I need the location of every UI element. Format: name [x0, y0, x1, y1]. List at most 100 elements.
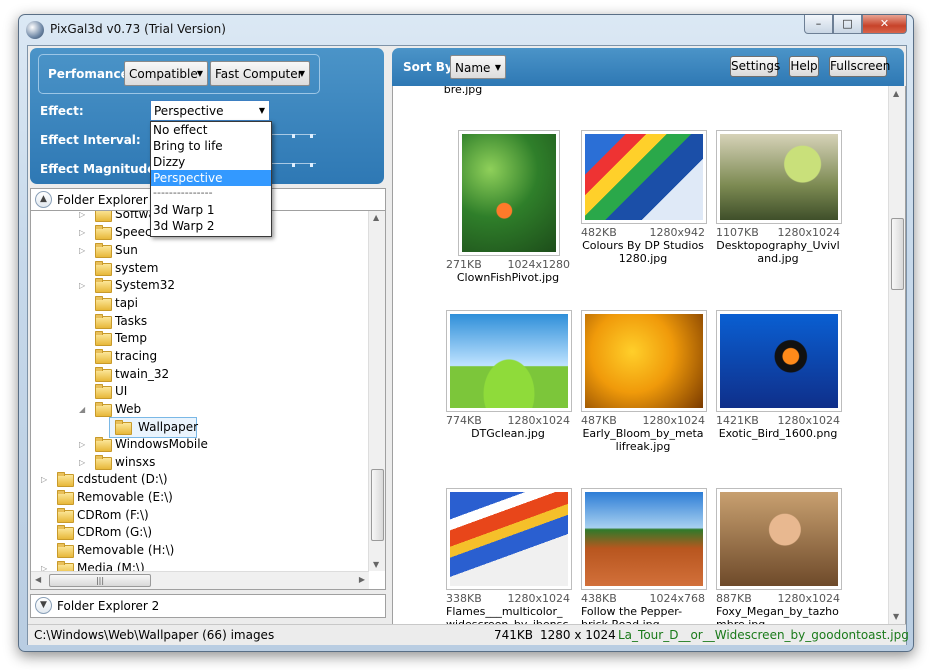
performance-value: Compatible	[129, 67, 198, 81]
scroll-down-icon[interactable]: ▼	[373, 560, 379, 569]
tree-item[interactable]: tracing	[79, 348, 349, 365]
image-dimensions: 1024x1280	[507, 258, 571, 271]
scroll-right-icon[interactable]: ▶	[359, 575, 365, 584]
image-thumbnail[interactable]	[716, 310, 842, 412]
fullscreen-button[interactable]: Fullscreen	[829, 56, 890, 77]
tree-item[interactable]: system	[79, 260, 349, 277]
scroll-left-icon[interactable]: ◀	[35, 575, 41, 584]
expand-icon[interactable]: ▼	[35, 597, 52, 614]
tree-item[interactable]: Removable (H:\)	[41, 542, 311, 559]
effect-option[interactable]: Dizzy	[151, 154, 271, 170]
gallery-scroll-thumb[interactable]	[891, 218, 904, 290]
tree-item-label: Removable (H:\)	[77, 543, 175, 557]
tree-item-label: System32	[115, 278, 176, 292]
effect-magnitude-slider[interactable]	[272, 163, 316, 170]
tree-item-label: Tasks	[115, 314, 148, 328]
tree-expander-icon[interactable]: ▷	[79, 242, 89, 259]
thumbnail-image	[720, 134, 838, 220]
effect-option[interactable]: No effect	[151, 122, 271, 138]
tree-item[interactable]: Wallpaper	[99, 417, 369, 438]
tree-item[interactable]: tapi	[79, 295, 349, 312]
gallery-vertical-scrollbar[interactable]: ▲ ▼	[888, 86, 905, 624]
tree-item[interactable]: UI	[79, 383, 349, 400]
sort-value: Name	[455, 61, 491, 75]
app-icon	[26, 21, 44, 39]
tree-item-label: Web	[115, 402, 142, 416]
tree-item[interactable]: Removable (E:\)	[41, 489, 311, 506]
minimize-button[interactable]: –	[804, 15, 833, 34]
tree-vertical-scrollbar[interactable]: ▲ ▼	[368, 211, 385, 571]
scroll-down-icon[interactable]: ▼	[893, 612, 899, 621]
folder-explorer-2-title: Folder Explorer 2	[57, 599, 160, 613]
image-thumbnail[interactable]	[716, 130, 842, 224]
effect-interval-slider[interactable]	[272, 134, 316, 141]
status-file-size: 741KB	[494, 628, 534, 642]
file-size: 482KB	[581, 226, 617, 239]
image-thumbnail[interactable]	[716, 488, 842, 590]
file-name: Exotic_Bird_1600.png	[718, 427, 838, 440]
tree-item[interactable]: Temp	[79, 330, 349, 347]
effect-option[interactable]: 3d Warp 1	[151, 202, 271, 218]
file-name: Desktopography_Uvivland.jpg	[716, 239, 840, 265]
tree-item[interactable]: ▷ Sun	[79, 242, 349, 259]
folder-explorer-2-header[interactable]: ▼ Folder Explorer 2	[30, 594, 386, 618]
folder-icon	[57, 490, 74, 505]
tree-item[interactable]: ▷ cdstudent (D:\)	[41, 471, 311, 488]
status-filename: La_Tour_D__or__Widescreen_by_goodontoast…	[618, 628, 909, 642]
tree-expander-icon[interactable]: ▷	[79, 436, 89, 453]
tree-item[interactable]: CDRom (F:\)	[41, 507, 311, 524]
tree-item[interactable]: Tasks	[79, 313, 349, 330]
tree-item-label: Sun	[115, 243, 138, 257]
folder-icon	[95, 455, 112, 470]
file-name: Foxy_Megan_by_tazhombre.jpg	[716, 605, 839, 625]
tree-hscroll-thumb[interactable]: |||	[49, 574, 151, 587]
scroll-up-icon[interactable]: ▲	[373, 213, 379, 222]
tree-item[interactable]: ▷ WindowsMobile	[79, 436, 349, 453]
folder-explorer-title: Folder Explorer	[57, 193, 148, 207]
tree-item[interactable]: twain_32	[79, 366, 349, 383]
image-thumbnail[interactable]	[581, 130, 707, 224]
sort-combo[interactable]: Name ▼	[450, 55, 506, 79]
close-button[interactable]: ✕	[862, 15, 907, 34]
computer-speed-combo[interactable]: Fast Computer ▼	[210, 61, 310, 86]
title-bar[interactable]: PixGal3d v0.73 (Trial Version) – □ ✕	[19, 15, 913, 45]
thumbnail-image	[450, 314, 568, 408]
effect-option[interactable]: 3d Warp 2	[151, 218, 271, 234]
tree-item[interactable]: ▷ System32	[79, 277, 349, 294]
tree-horizontal-scrollbar[interactable]: ◀ ||| ▶	[31, 571, 369, 589]
image-thumbnail[interactable]	[446, 310, 572, 412]
image-thumbnail[interactable]	[581, 488, 707, 590]
tree-expander-icon[interactable]: ▷	[79, 211, 89, 223]
tree-expander-icon[interactable]: ▷	[79, 454, 89, 471]
tree-item[interactable]: ▷ winsxs	[79, 454, 349, 471]
chevron-down-icon: ▼	[196, 69, 203, 78]
effect-option[interactable]: Bring to life	[151, 138, 271, 154]
image-thumbnail[interactable]	[446, 488, 572, 590]
image-gallery: bre.jpg ▲ ▼ 271KB 1024x1280 ClownFishPivot…	[392, 86, 906, 625]
image-thumbnail[interactable]	[458, 130, 560, 256]
image-dimensions: 1024x768	[649, 592, 706, 605]
maximize-button[interactable]: □	[833, 15, 862, 34]
settings-button[interactable]: Settings	[730, 56, 780, 77]
gallery-toolbar: Sort By: Name ▼ Settings Help Fullscreen	[392, 48, 904, 86]
help-button[interactable]: Help	[789, 56, 819, 77]
tree-expander-icon[interactable]: ◢	[79, 401, 89, 418]
tree-item[interactable]: CDRom (G:\)	[41, 524, 311, 541]
performance-combo[interactable]: Compatible ▼	[124, 61, 208, 86]
folder-icon	[95, 211, 112, 222]
tree-item[interactable]: ◢ Web	[79, 401, 349, 418]
thumbnail-image	[450, 492, 568, 586]
image-thumbnail[interactable]	[581, 310, 707, 412]
folder-icon	[95, 225, 112, 240]
collapse-icon[interactable]: ▲	[35, 191, 52, 208]
file-name: DTGclean.jpg	[471, 427, 545, 440]
tree-expander-icon[interactable]: ▷	[79, 224, 89, 241]
tree-scroll-thumb[interactable]	[371, 469, 384, 541]
scroll-up-icon[interactable]: ▲	[893, 89, 899, 98]
file-name: Colours By DP Studios 1280.jpg	[582, 239, 704, 265]
folder-icon	[115, 420, 132, 435]
tree-expander-icon[interactable]: ▷	[79, 277, 89, 294]
effect-combo[interactable]: Perspective ▼	[150, 100, 270, 121]
effect-option-selected[interactable]: Perspective	[151, 170, 271, 186]
tree-expander-icon[interactable]: ▷	[41, 471, 51, 488]
